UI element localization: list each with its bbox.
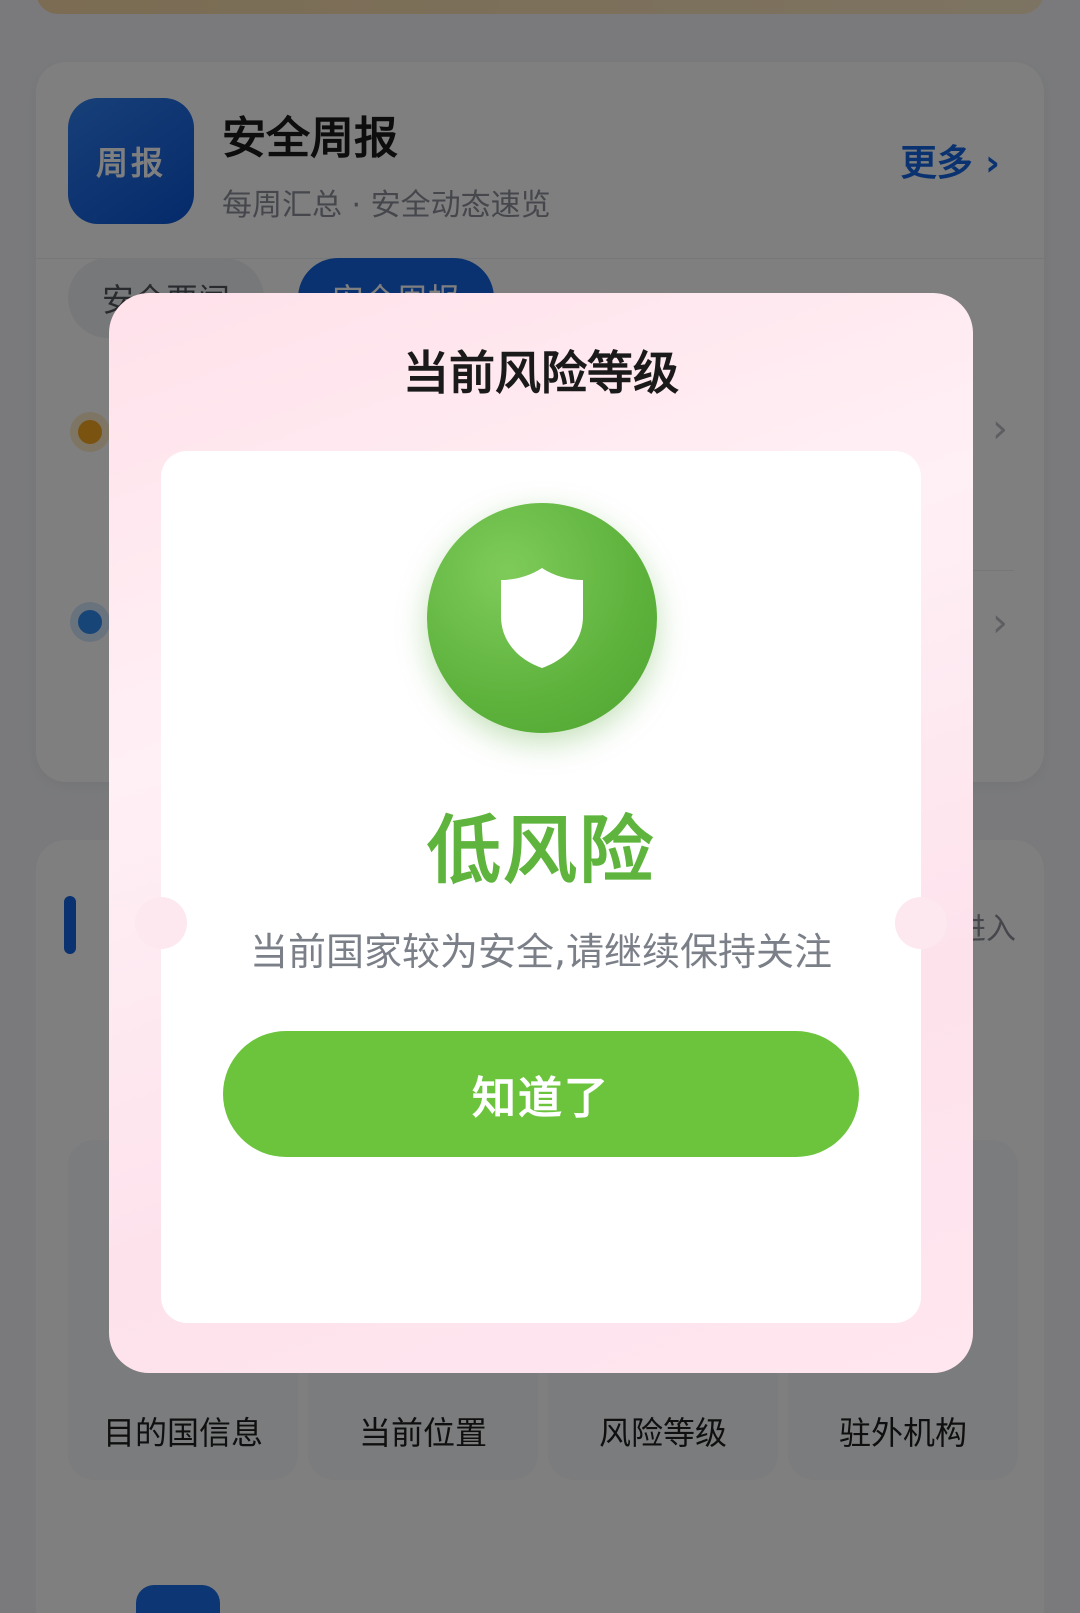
risk-level-text: 低风险 — [427, 808, 655, 894]
risk-level-dialog: 当前风险等级 低风险 当前国家较为安全,请继续保持关注 知道了 — [109, 293, 973, 1373]
dialog-title: 当前风险等级 — [403, 346, 679, 400]
app-screen: 周报 安全周报 每周汇总 · 安全动态速览 更多 › 安全要闻 安全周报 › ›… — [0, 0, 1080, 1613]
risk-description: 当前国家较为安全,请继续保持关注 — [249, 930, 833, 974]
shield-badge — [427, 503, 657, 733]
dialog-content-panel: 低风险 当前国家较为安全,请继续保持关注 知道了 — [135, 451, 947, 1323]
shield-icon — [501, 568, 583, 668]
confirm-button[interactable]: 知道了 — [223, 1031, 859, 1157]
